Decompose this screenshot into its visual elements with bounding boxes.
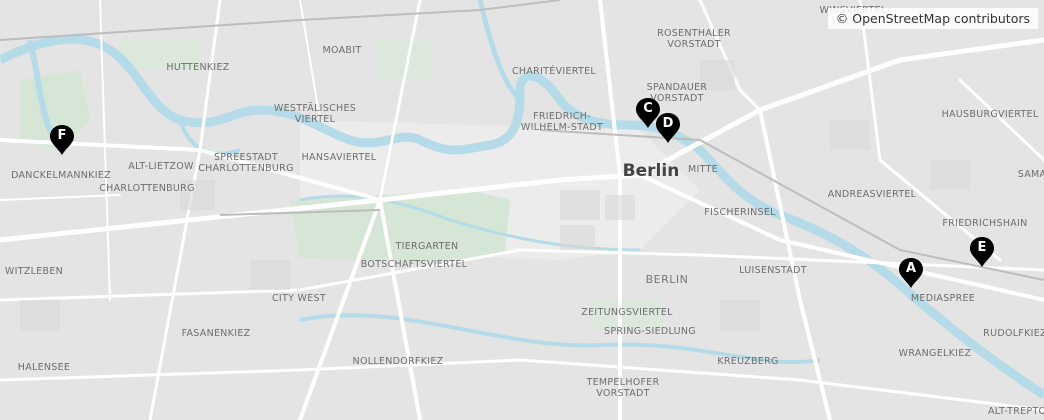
label-city-west: CITY WEST: [272, 293, 326, 304]
map-canvas[interactable]: WINSVIERTEL MOABIT HUTTENKIEZ ROSENTHALE…: [0, 0, 1044, 420]
label-fasanenkiez: FASANENKIEZ: [181, 328, 251, 339]
label-mitte: MITTE: [688, 164, 718, 175]
label-danckelmannkiez: DANCKELMANNKIEZ: [11, 170, 111, 181]
map-marker-f[interactable]: F: [50, 125, 74, 155]
label-hausburgviertel: HAUSBURGVIERTEL: [941, 109, 1039, 120]
label-andreasviertel: ANDREASVIERTEL: [827, 189, 917, 200]
label-alt-lietzow: ALT-LIETZOW: [128, 161, 194, 172]
label-luisenstadt: LUISENSTADT: [739, 265, 807, 276]
map-marker-e[interactable]: E: [970, 237, 994, 267]
label-botschaftsviertel: BOTSCHAFTSVIERTEL: [360, 259, 468, 270]
label-tempelhofer-vorstadt: TEMPELHOFER VORSTADT: [586, 377, 660, 399]
map-base-layer: [0, 0, 1044, 420]
city-label-berlin: Berlin: [622, 161, 680, 181]
label-alt-treptow: ALT-TREPTOW: [987, 406, 1044, 417]
marker-label: E: [977, 240, 987, 255]
district-label-berlin: BERLIN: [645, 273, 689, 286]
label-moabit: MOABIT: [322, 45, 362, 56]
label-charlottenburg: CHARLOTTENBURG: [99, 183, 195, 194]
label-rosenthaler-vorstadt: ROSENTHALER VORSTADT: [657, 28, 731, 50]
label-friedrichshain: FRIEDRICHSHAIN: [942, 218, 1028, 229]
label-hansaviertel: HANSAVIERTEL: [301, 152, 377, 163]
label-spring-siedlung: SPRING-SIEDLUNG: [604, 326, 696, 337]
label-nollendorfkiez: NOLLENDORFKIEZ: [352, 356, 444, 367]
label-spreestadt-charlottenburg: SPREESTADT CHARLOTTENBURG: [198, 152, 294, 174]
map-marker-a[interactable]: A: [899, 258, 923, 288]
marker-label: F: [57, 128, 67, 143]
label-westfaelisches-viertel: WESTFÄLISCHES VIERTEL: [273, 103, 357, 125]
label-sama: SAMA: [1017, 169, 1044, 180]
label-chariteviertel: CHARITÉVIERTEL: [512, 66, 596, 77]
label-fischerinsel: FISCHERINSEL: [704, 207, 776, 218]
label-halensee: HALENSEE: [17, 362, 71, 373]
label-mediaspree: MEDIASPREE: [910, 293, 976, 304]
label-rudolfkiez: RUDOLFKIEZ: [983, 328, 1044, 339]
label-huttenkiez: HUTTENKIEZ: [166, 62, 230, 73]
label-zeitungsviertel: ZEITUNGSVIERTEL: [581, 307, 673, 318]
marker-label: A: [905, 261, 917, 276]
label-kreuzberg: KREUZBERG: [717, 356, 779, 367]
label-tiergarten: TIERGARTEN: [395, 241, 459, 252]
label-wrangelkiez: WRANGELKIEZ: [898, 348, 972, 359]
label-friedrich-wilhelm-stadt: FRIEDRICH- WILHELM-STADT: [520, 111, 604, 133]
label-witzleben: WITZLEBEN: [4, 266, 64, 277]
map-attribution[interactable]: © OpenStreetMap contributors: [827, 8, 1038, 29]
marker-label: D: [662, 116, 674, 131]
map-marker-d[interactable]: D: [656, 113, 680, 143]
